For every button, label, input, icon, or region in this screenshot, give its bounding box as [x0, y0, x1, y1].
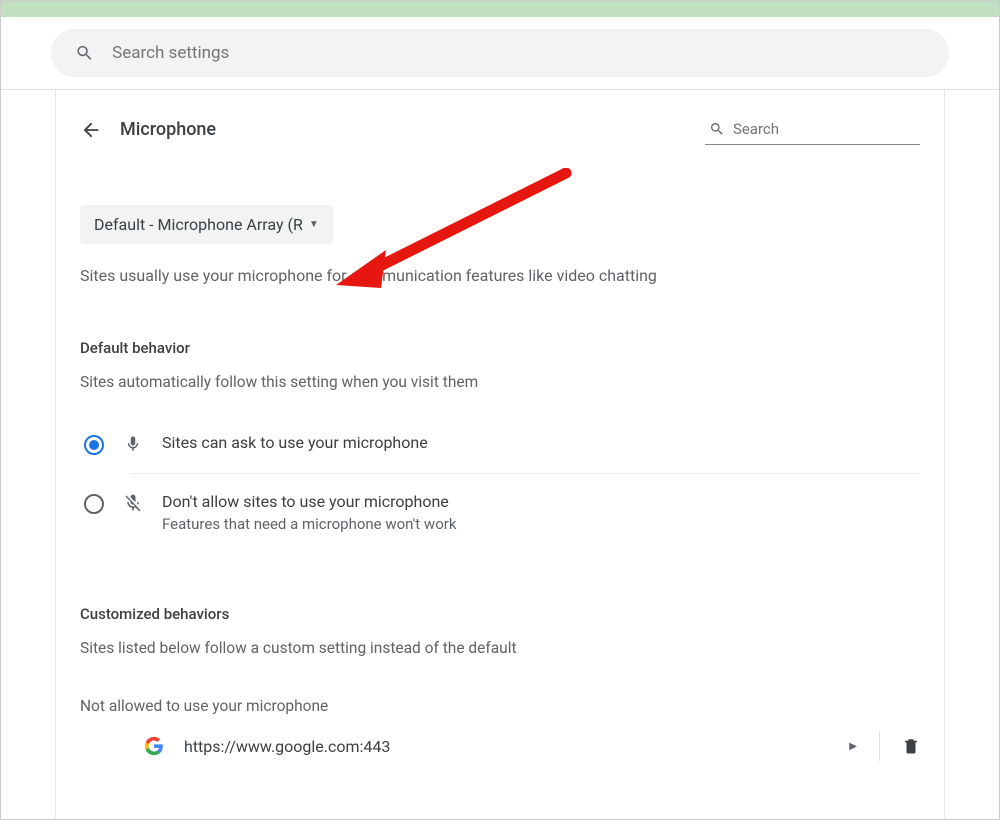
- search-icon: [75, 43, 94, 63]
- default-behavior-heading: Default behavior: [80, 339, 920, 357]
- radio-option-allow-ask[interactable]: Sites can ask to use your microphone: [82, 415, 920, 473]
- settings-search-bar[interactable]: [51, 29, 949, 77]
- microphone-settings-panel: Microphone Default - Microphone Array (R…: [55, 90, 945, 819]
- annotation-highlight-strip: [1, 1, 999, 17]
- customized-behaviors-subtext: Sites listed below follow a custom setti…: [80, 639, 920, 657]
- radio-option-block[interactable]: Don't allow sites to use your microphone…: [82, 474, 920, 551]
- chevron-down-icon: ▼: [309, 219, 319, 230]
- default-behavior-subtext: Sites automatically follow this setting …: [80, 373, 920, 391]
- radio-label: Don't allow sites to use your microphone: [162, 492, 456, 511]
- settings-search-input[interactable]: [112, 43, 925, 63]
- chevron-right-icon: ▶: [849, 741, 857, 752]
- back-arrow-icon: [80, 119, 102, 141]
- divider: [879, 731, 880, 761]
- panel-search-input[interactable]: [733, 120, 918, 138]
- blocked-site-url: https://www.google.com:443: [184, 737, 849, 756]
- radio-sublabel: Features that need a microphone won't wo…: [162, 515, 456, 533]
- microphone-icon: [122, 433, 144, 455]
- panel-search[interactable]: [705, 114, 920, 145]
- settings-top-bar: [1, 17, 999, 90]
- back-button[interactable]: [80, 119, 102, 141]
- site-details-button[interactable]: ▶: [849, 741, 857, 752]
- customized-behaviors-heading: Customized behaviors: [80, 605, 920, 623]
- delete-site-button[interactable]: [902, 736, 920, 756]
- radio-indicator: [84, 494, 104, 514]
- not-allowed-heading: Not allowed to use your microphone: [80, 697, 920, 715]
- search-icon: [709, 120, 725, 138]
- usage-hint: Sites usually use your microphone for co…: [80, 266, 920, 285]
- radio-indicator-selected: [84, 435, 104, 455]
- google-favicon-icon: [138, 736, 170, 756]
- radio-label: Sites can ask to use your microphone: [162, 433, 428, 452]
- page-title: Microphone: [120, 119, 687, 140]
- microphone-device-select[interactable]: Default - Microphone Array (R ▼: [80, 205, 333, 244]
- microphone-device-label: Default - Microphone Array (R: [94, 215, 303, 234]
- microphone-off-icon: [122, 492, 144, 514]
- blocked-site-row[interactable]: https://www.google.com:443 ▶: [80, 715, 920, 765]
- trash-icon: [902, 736, 920, 756]
